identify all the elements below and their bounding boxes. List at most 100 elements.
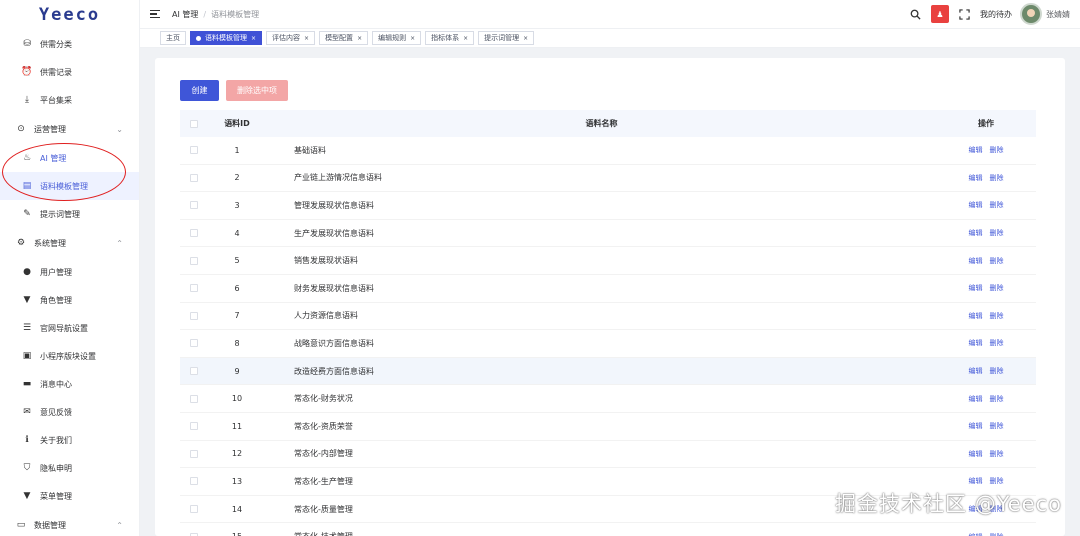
row-checkbox[interactable] <box>189 146 198 155</box>
row-checkbox[interactable] <box>189 256 198 265</box>
row-checkbox[interactable] <box>189 311 198 320</box>
tag-item[interactable]: 提示词管理 × <box>478 31 535 45</box>
row-checkbox[interactable] <box>189 422 198 431</box>
sidebar-item[interactable]: ▼ 菜单管理 <box>0 482 139 510</box>
table-row[interactable]: 5 销售发展现状语料 编辑 删除 <box>180 247 1036 275</box>
edit-link[interactable]: 编辑 <box>969 173 983 183</box>
edit-link[interactable]: 编辑 <box>969 200 983 210</box>
row-checkbox[interactable] <box>189 284 198 293</box>
edit-link[interactable]: 编辑 <box>969 421 983 431</box>
sidebar-item[interactable]: ▼ 角色管理 <box>0 286 139 314</box>
table-row[interactable]: 3 管理发展现状信息语料 编辑 删除 <box>180 192 1036 220</box>
delete-link[interactable]: 删除 <box>990 366 1004 376</box>
row-checkbox[interactable] <box>189 339 198 348</box>
sidebar-item[interactable]: ⤓ 平台集采 <box>0 86 139 114</box>
delete-link[interactable]: 删除 <box>990 200 1004 210</box>
table-row[interactable]: 8 战略意识方面信息语料 编辑 删除 <box>180 330 1036 358</box>
delete-link[interactable]: 删除 <box>990 228 1004 238</box>
tag-item[interactable]: 编辑规则 × <box>372 31 422 45</box>
sidebar-item[interactable]: ℹ 关于我们 <box>0 426 139 454</box>
tag-item[interactable]: 指标体系 × <box>425 31 475 45</box>
edit-link[interactable]: 编辑 <box>969 394 983 404</box>
edit-link[interactable]: 编辑 <box>969 338 983 348</box>
row-checkbox[interactable] <box>189 201 198 210</box>
delete-link[interactable]: 删除 <box>990 283 1004 293</box>
sidebar-item[interactable]: ▭ 数据管理 ⌃ <box>0 510 139 536</box>
fullscreen-icon[interactable] <box>959 8 970 20</box>
delete-link[interactable]: 删除 <box>990 145 1004 155</box>
breadcrumb-item[interactable]: AI 管理 <box>172 9 198 20</box>
select-all-checkbox[interactable] <box>189 119 198 128</box>
edit-link[interactable]: 编辑 <box>969 476 983 486</box>
row-checkbox[interactable] <box>189 449 198 458</box>
tag-item[interactable]: 语料模板管理 × <box>190 31 263 45</box>
logo[interactable]: Yeeco <box>0 0 139 30</box>
tag-item[interactable]: 评估内容 × <box>266 31 316 45</box>
sidebar-item[interactable]: ▬ 消息中心 <box>0 370 139 398</box>
column-header-id[interactable]: 语料ID <box>207 118 267 129</box>
table-row[interactable]: 6 财务发展现状信息语料 编辑 删除 <box>180 275 1036 303</box>
table-row[interactable]: 9 改造经费方面信息语料 编辑 删除 <box>180 357 1036 386</box>
sidebar-item[interactable]: ✉ 意见反馈 <box>0 398 139 426</box>
row-checkbox[interactable] <box>189 173 198 182</box>
sidebar-item[interactable]: ⚙ 系统管理 ⌃ <box>0 228 139 258</box>
row-checkbox[interactable] <box>189 367 198 376</box>
row-checkbox[interactable] <box>189 532 198 536</box>
sidebar-item[interactable]: ▣ 小程序版块设置 <box>0 342 139 370</box>
sidebar-item[interactable]: ⛁ 供需分类 <box>0 30 139 58</box>
delete-link[interactable]: 删除 <box>990 311 1004 321</box>
column-header-name[interactable]: 语料名称 <box>267 118 936 129</box>
close-icon[interactable]: × <box>410 35 415 42</box>
table-row[interactable]: 11 常态化-资质荣誉 编辑 删除 <box>180 413 1036 441</box>
close-icon[interactable]: × <box>304 35 309 42</box>
close-icon[interactable]: × <box>251 35 256 42</box>
edit-link[interactable]: 编辑 <box>969 366 983 376</box>
row-checkbox[interactable] <box>189 394 198 403</box>
delete-link[interactable]: 删除 <box>990 532 1004 536</box>
close-icon[interactable]: × <box>463 35 468 42</box>
create-button[interactable]: 创建 <box>180 80 219 101</box>
username[interactable]: 张婧婧 <box>1046 9 1070 20</box>
row-checkbox[interactable] <box>189 505 198 514</box>
notification-bell-icon[interactable]: ♟ <box>931 5 949 23</box>
table-row[interactable]: 15常态化-技术管理 编辑 删除 <box>180 523 1036 536</box>
table-row[interactable]: 2 产业链上游情况信息语料 编辑 删除 <box>180 165 1036 193</box>
menu-toggle-icon[interactable] <box>150 8 162 20</box>
cell-name: 人力资源信息语料 <box>294 311 358 321</box>
delete-link[interactable]: 删除 <box>990 449 1004 459</box>
delete-link[interactable]: 删除 <box>990 338 1004 348</box>
sidebar-item[interactable]: ☰ 官网导航设置 <box>0 314 139 342</box>
delete-link[interactable]: 删除 <box>990 256 1004 266</box>
sidebar-item[interactable]: ● 用户管理 <box>0 258 139 286</box>
edit-link[interactable]: 编辑 <box>969 228 983 238</box>
delete-link[interactable]: 删除 <box>990 173 1004 183</box>
tag-item[interactable]: 模型配置 × <box>319 31 369 45</box>
close-icon[interactable]: × <box>357 35 362 42</box>
my-todo-link[interactable]: 我的待办 <box>980 9 1012 20</box>
delete-link[interactable]: 删除 <box>990 394 1004 404</box>
delete-selected-button[interactable]: 删除选中项 <box>226 80 288 101</box>
edit-link[interactable]: 编辑 <box>969 283 983 293</box>
edit-link[interactable]: 编辑 <box>969 311 983 321</box>
row-checkbox[interactable] <box>189 477 198 486</box>
edit-link[interactable]: 编辑 <box>969 145 983 155</box>
edit-link[interactable]: 编辑 <box>969 449 983 459</box>
edit-link[interactable]: 编辑 <box>969 256 983 266</box>
row-checkbox[interactable] <box>189 229 198 238</box>
search-icon[interactable] <box>910 9 921 20</box>
table-row[interactable]: 7 人力资源信息语料 编辑 删除 <box>180 303 1036 331</box>
close-icon[interactable]: × <box>523 35 528 42</box>
sidebar-item[interactable]: ⛉ 隐私申明 <box>0 454 139 482</box>
table-row[interactable]: 1 基础语料 编辑 删除 <box>180 137 1036 165</box>
delete-link[interactable]: 删除 <box>990 421 1004 431</box>
edit-link[interactable]: 编辑 <box>969 532 983 536</box>
avatar[interactable] <box>1020 3 1042 25</box>
table-row[interactable]: 12 常态化-内部管理 编辑 删除 <box>180 441 1036 469</box>
tag-item[interactable]: 主页 <box>160 31 186 45</box>
delete-link[interactable]: 删除 <box>990 476 1004 486</box>
table-row[interactable]: 10 常态化-财务状况 编辑 删除 <box>180 385 1036 413</box>
sidebar-item[interactable]: ✎ 提示词管理 <box>0 200 139 228</box>
sidebar-item[interactable]: ⊙ 运营管理 ⌄ <box>0 114 139 144</box>
table-row[interactable]: 4 生产发展现状信息语料 编辑 删除 <box>180 220 1036 248</box>
sidebar-item[interactable]: ⏰ 供需记录 <box>0 58 139 86</box>
